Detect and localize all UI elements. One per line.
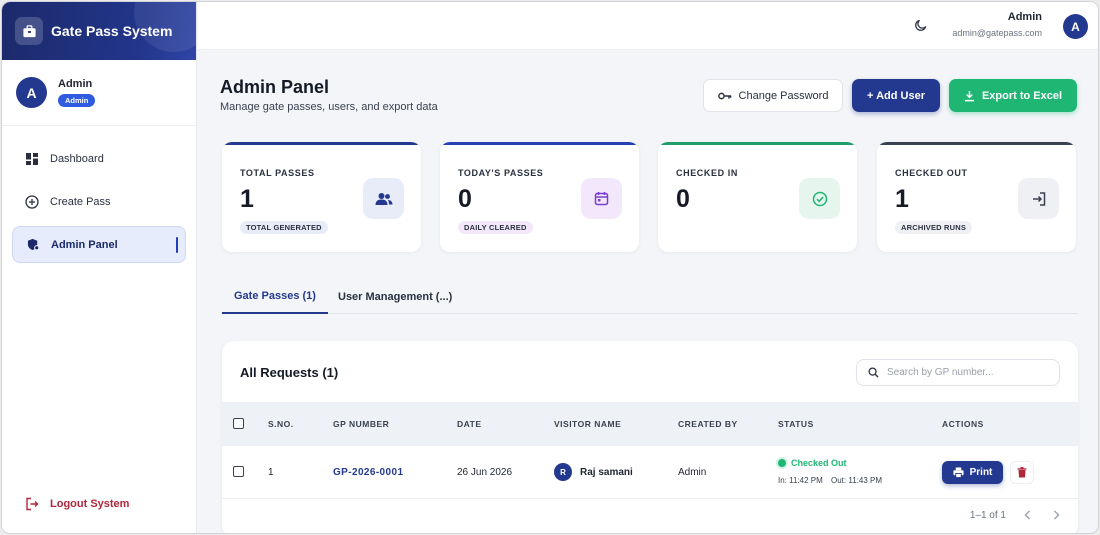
chevron-left-icon[interactable] (1019, 507, 1035, 523)
logout-icon (25, 497, 39, 511)
export-label: Export to Excel (981, 89, 1063, 102)
stat-value: 0 (676, 185, 690, 213)
table-row[interactable]: 1 GP-2026-0001 26 Jun 2026 R Raj samani … (222, 447, 1078, 499)
logout-label: Logout System (50, 498, 130, 510)
avatar: A (16, 77, 47, 108)
change-password-button[interactable]: Change Password (703, 79, 843, 112)
dashboard-icon (25, 152, 39, 166)
trash-icon (1017, 467, 1027, 478)
delete-button[interactable] (1010, 461, 1034, 484)
stat-badge: TOTAL GENERATED (240, 221, 328, 234)
sidebar-item-dashboard[interactable]: Dashboard (12, 140, 186, 177)
search-input[interactable] (887, 367, 1047, 378)
stat-value: 1 (240, 185, 254, 213)
pagination-range: 1–1 of 1 (969, 509, 1006, 521)
column-header: CREATED BY (678, 419, 738, 429)
sidebar-user-name: Admin (58, 77, 93, 90)
row-visitor-name: Raj samani (580, 467, 633, 478)
sidebar-item-label: Create Pass (50, 195, 111, 208)
sidebar-item-label: Admin Panel (51, 238, 118, 251)
top-user-info: Admin admin@gatepass.com (952, 11, 1042, 38)
row-date: 26 Jun 2026 (457, 467, 513, 478)
column-header: GP NUMBER (333, 419, 390, 429)
key-icon (717, 92, 731, 99)
search-icon (868, 367, 879, 378)
top-user-email: admin@gatepass.com (952, 28, 1042, 38)
print-button[interactable]: Print (942, 461, 1003, 484)
briefcase-icon (15, 17, 43, 45)
main-content: Admin Panel Manage gate passes, users, a… (198, 50, 1098, 533)
sidebar-item-label: Dashboard (50, 152, 104, 165)
requests-panel: All Requests (1) S.NO. GP NUMBER DATE VI… (222, 341, 1078, 533)
logout-button[interactable]: Logout System (12, 491, 129, 517)
brand-header[interactable]: Gate Pass System (2, 2, 196, 60)
check-circle-icon (799, 178, 840, 219)
app-title: Gate Pass System (51, 23, 173, 39)
row-checkbox[interactable] (233, 466, 244, 477)
row-sno: 1 (268, 467, 274, 478)
stat-card-total-passes: TOTAL PASSES 1 TOTAL GENERATED (222, 142, 421, 252)
stat-card-todays-passes: TODAY'S PASSES 0 DAILY CLEARED (440, 142, 639, 252)
change-password-label: Change Password (738, 89, 829, 102)
add-user-label: + Add User (867, 89, 925, 102)
calendar-icon (581, 178, 622, 219)
row-created-by: Admin (678, 467, 707, 478)
stat-value: 1 (895, 185, 909, 213)
stat-card-checked-out: CHECKED OUT 1 ARCHIVED RUNS (877, 142, 1076, 252)
status-in-time: In: 11:42 PM (778, 476, 823, 485)
tab-gate-passes[interactable]: Gate Passes (1) (222, 280, 328, 314)
role-badge: Admin (58, 93, 96, 107)
add-user-button[interactable]: + Add User (852, 79, 940, 112)
pagination: 1–1 of 1 (970, 507, 1064, 523)
requests-title: All Requests (1) (240, 365, 339, 380)
app-window: Gate Pass System A Admin Admin Dashboard… (2, 2, 1098, 533)
row-gp-number[interactable]: GP-2026-0001 (333, 467, 403, 478)
stat-label: TODAY'S PASSES (458, 168, 544, 178)
top-user-name: Admin (1007, 11, 1042, 23)
sidebar-item-create-pass[interactable]: Create Pass (12, 183, 186, 220)
column-header: STATUS (778, 419, 814, 429)
stat-label: CHECKED IN (676, 168, 739, 178)
moon-icon[interactable] (914, 18, 930, 34)
status-out-time: Out: 11:43 PM (831, 476, 882, 485)
plus-circle-icon (25, 194, 39, 209)
column-header: DATE (457, 419, 482, 429)
stat-label: TOTAL PASSES (240, 168, 315, 178)
chevron-right-icon[interactable] (1048, 507, 1064, 523)
stat-value: 0 (458, 185, 472, 213)
export-excel-button[interactable]: Export to Excel (949, 79, 1077, 112)
printer-icon (953, 467, 964, 478)
download-icon (964, 90, 975, 101)
stat-label: CHECKED OUT (895, 168, 968, 178)
tabs: Gate Passes (1) User Management (...) (222, 280, 1078, 314)
page-title: Admin Panel (220, 77, 330, 97)
status-dot-icon (778, 459, 786, 467)
avatar: R (554, 463, 572, 481)
avatar[interactable]: A (1063, 14, 1088, 39)
table-header: S.NO. GP NUMBER DATE VISITOR NAME CREATE… (222, 402, 1078, 446)
top-bar: Admin admin@gatepass.com A (198, 2, 1098, 50)
column-header: ACTIONS (942, 419, 984, 429)
select-all-checkbox[interactable] (233, 418, 244, 429)
shield-user-icon (26, 238, 40, 252)
stat-badge: ARCHIVED RUNS (895, 221, 973, 234)
tab-user-management[interactable]: User Management (...) (326, 280, 464, 314)
users-icon (363, 178, 404, 219)
search-box[interactable] (856, 359, 1060, 386)
sidebar-user: A Admin Admin (2, 60, 196, 126)
column-header: S.NO. (268, 419, 294, 429)
stat-card-checked-in: CHECKED IN 0 (658, 142, 857, 252)
column-header: VISITOR NAME (554, 419, 622, 429)
sidebar-item-admin-panel[interactable]: Admin Panel (12, 226, 186, 263)
sidebar: Gate Pass System A Admin Admin Dashboard… (2, 2, 197, 533)
logout-box-icon (1018, 178, 1059, 219)
sidebar-nav: Dashboard Create Pass Admin Panel (2, 126, 196, 263)
page-subtitle: Manage gate passes, users, and export da… (220, 101, 438, 113)
stat-badge: DAILY CLEARED (458, 221, 533, 234)
status-badge: Checked Out (791, 458, 847, 468)
print-label: Print (969, 467, 993, 478)
